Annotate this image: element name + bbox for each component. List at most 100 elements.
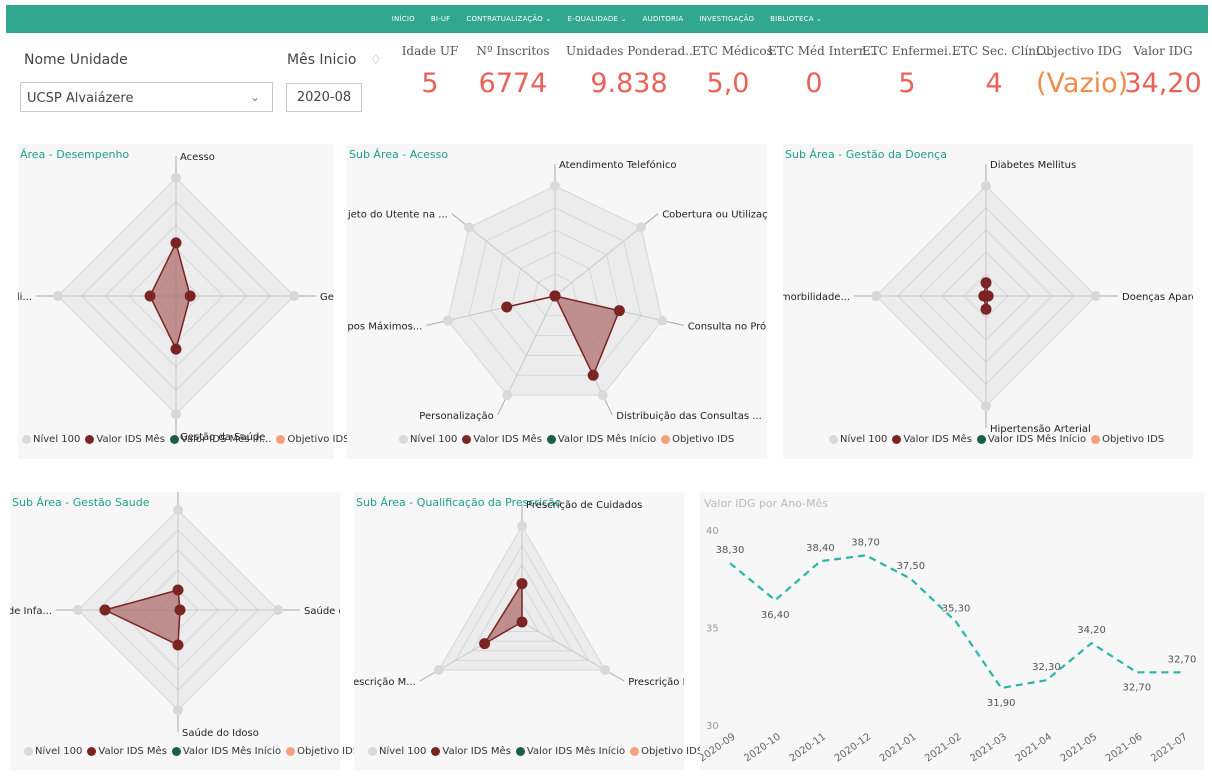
radar-nivel-100-dot bbox=[53, 291, 63, 301]
kpi-label: ETC Sec. Clíni... bbox=[952, 44, 1052, 58]
kpi-label: ETC Enfermei... bbox=[862, 44, 960, 58]
nav-biblioteca[interactable]: BIBLIOTECA ⌄ bbox=[770, 15, 822, 23]
legend-valor-ids-mes[interactable]: Valor IDS Mês bbox=[462, 434, 542, 445]
legend-valor-ids-mes-inicio[interactable]: Valor IDS Mês Início bbox=[976, 434, 1086, 445]
radar-nivel-100-dot bbox=[173, 505, 183, 515]
legend-dot bbox=[515, 747, 525, 756]
legend-nivel-100[interactable]: Nível 100 bbox=[399, 434, 457, 445]
nav-contratualizacao[interactable]: CONTRATUALIZAÇÃO ⌄ bbox=[466, 15, 551, 23]
mes-inicio-input[interactable]: 2020-08 bbox=[286, 83, 362, 112]
radar-nivel-100-dot bbox=[517, 521, 527, 531]
mes-inicio-label: Mês Inicio bbox=[287, 52, 357, 68]
legend-label: Nível 100 bbox=[410, 434, 458, 445]
kpi-etc-med-intern: ETC Méd Intern... 0 bbox=[768, 44, 878, 99]
radar-chart-gestao-saude: Saúde da Mulher Saúde do ... Saúde do Idos… bbox=[10, 492, 340, 739]
radar-value-dot bbox=[980, 303, 992, 315]
legend-objetivo-ids[interactable]: Objetivo IDS bbox=[661, 434, 734, 445]
radar-chart-gestao-doenca: Diabetes MellitusDoenças Apare...Hiperte… bbox=[783, 160, 1193, 435]
y-tick-label: 30 bbox=[706, 721, 719, 732]
x-tick-label: 2021-07 bbox=[1149, 731, 1190, 764]
radar-axis-label: Quali... bbox=[18, 292, 32, 303]
legend-label: Valor IDS Mês bbox=[442, 746, 511, 757]
legend-valor-ids-mes-inicio[interactable]: Valor IDS Mês Início bbox=[171, 746, 281, 757]
radar-value-dot bbox=[613, 305, 625, 317]
nav-bi-uf[interactable]: BI-UF bbox=[431, 15, 451, 23]
legend-valor-ids-mes[interactable]: Valor IDS Mês bbox=[431, 746, 511, 757]
radar-nivel-100-dot bbox=[173, 705, 183, 715]
data-label: 34,20 bbox=[1077, 625, 1106, 636]
y-tick-label: 35 bbox=[706, 624, 719, 635]
legend-objetivo-ids[interactable]: Objetivo IDS bbox=[630, 746, 703, 757]
legend-dot bbox=[171, 747, 181, 756]
radar-value-dot bbox=[549, 290, 561, 302]
radar-nivel-100-dot bbox=[442, 315, 453, 326]
radar-value-dot bbox=[978, 290, 990, 302]
kpi-label: Idade UF bbox=[401, 44, 459, 58]
legend-objetivo-ids[interactable]: Objetivo IDS bbox=[1091, 434, 1164, 445]
unidade-label: Nome Unidade bbox=[24, 52, 128, 68]
kpi-inscritos: Nº Inscritos 6774 bbox=[468, 44, 558, 99]
kpi-value: (Vazio) bbox=[1036, 68, 1129, 99]
kpi-value: 4 bbox=[985, 68, 1003, 99]
legend-dot bbox=[1091, 435, 1101, 444]
radar-nivel-100-dot bbox=[502, 390, 513, 401]
legend-nivel-100[interactable]: Nível 100 bbox=[829, 434, 887, 445]
kpi-label: Valor IDG bbox=[1133, 44, 1193, 58]
legend-label: Nível 100 bbox=[840, 434, 888, 445]
data-label: 38,40 bbox=[806, 543, 835, 554]
radar-value-dot bbox=[587, 369, 599, 381]
radar-value-dot bbox=[144, 290, 156, 302]
legend-label: Valor IDS Mês Início bbox=[526, 746, 626, 757]
radar-axis-label: Trajeto do Utente na ... bbox=[347, 210, 448, 221]
radar-value-dot bbox=[980, 277, 992, 289]
legend-valor-ids-mes[interactable]: Valor IDS Mês bbox=[85, 434, 165, 445]
legend-dot bbox=[85, 435, 95, 444]
radar-value-dot bbox=[516, 578, 528, 590]
chart-legend: Nível 100 Valor IDS Mês Valor IDS Mês In… bbox=[368, 746, 703, 757]
radar-axis-label: Gest... bbox=[320, 292, 334, 303]
legend-valor-ids-mes-inicio[interactable]: Valor IDS Mês Início bbox=[546, 434, 657, 445]
nav-investigacao[interactable]: INVESTIGAÇÃO bbox=[699, 15, 754, 23]
legend-valor-ids-mes-inicio[interactable]: Valor IDS Mês Início bbox=[515, 746, 626, 757]
radar-nivel-100-dot bbox=[73, 605, 83, 615]
legend-label: Nível 100 bbox=[33, 434, 81, 445]
legend-dot bbox=[546, 435, 556, 444]
legend-valor-ids-mes-inicio[interactable]: Valor IDS Mês In... bbox=[169, 434, 271, 445]
legend-nivel-100[interactable]: Nível 100 bbox=[24, 746, 82, 757]
legend-valor-ids-mes[interactable]: Valor IDS Mês bbox=[892, 434, 972, 445]
unidade-dropdown[interactable]: UCSP Alvaiázere ⌄ bbox=[20, 82, 273, 112]
radar-axis-label: Saúde do ... bbox=[304, 605, 340, 617]
legend-label: Valor IDS Mês Início bbox=[557, 434, 657, 445]
legend-dot bbox=[87, 747, 97, 756]
legend-nivel-100[interactable]: Nível 100 bbox=[368, 746, 426, 757]
nav-auditoria[interactable]: AUDITORIA bbox=[643, 15, 684, 23]
radar-nivel-100-dot bbox=[273, 605, 283, 615]
x-tick-label: 2021-03 bbox=[968, 731, 1009, 764]
nav-inicio[interactable]: INÍCIO bbox=[392, 15, 415, 23]
panel-valor-idg-line-chart: Valor IDG por Ano-Mês 30 35 40 38,30 2020-09… bbox=[700, 492, 1204, 770]
eraser-icon[interactable]: ♢ bbox=[370, 52, 382, 68]
x-tick-label: 2021-02 bbox=[923, 731, 964, 764]
radar-chart-desempenho: AcessoGest...Gestão da SaúdeQuali... bbox=[18, 152, 334, 443]
legend-objetivo-ids[interactable]: Objetivo IDS bbox=[276, 434, 350, 445]
x-tick-label: 2020-11 bbox=[788, 731, 829, 764]
legend-objetivo-ids[interactable]: Objetivo IDS bbox=[286, 746, 359, 757]
nav-e-qualidade[interactable]: E-QUALIDADE ⌄ bbox=[567, 15, 626, 23]
data-label: 38,30 bbox=[716, 545, 745, 556]
radar-nivel-100-dot bbox=[981, 181, 991, 191]
radar-axis-label: Atendimento Telefónico bbox=[559, 159, 677, 171]
legend-valor-ids-mes[interactable]: Valor IDS Mês bbox=[87, 746, 167, 757]
kpi-label: ETC Méd Intern... bbox=[768, 44, 878, 58]
radar-nivel-100-dot bbox=[871, 291, 881, 301]
radar-axis-label: Prescrição M... bbox=[354, 677, 416, 688]
legend-nivel-100[interactable]: Nível 100 bbox=[22, 434, 80, 445]
unidade-value: UCSP Alvaiázere bbox=[27, 91, 134, 106]
x-tick-label: 2021-06 bbox=[1104, 731, 1145, 764]
radar-axis-label: Prescrição de Cuidados bbox=[526, 500, 642, 511]
kpi-value: 5 bbox=[898, 68, 916, 99]
radar-value-dot bbox=[170, 343, 182, 355]
y-tick-label: 40 bbox=[706, 526, 719, 537]
legend-label: Objetivo IDS bbox=[287, 434, 350, 445]
radar-axis-label: Distribuição das Consultas ... bbox=[616, 411, 762, 422]
kpi-value: 6774 bbox=[478, 68, 548, 99]
